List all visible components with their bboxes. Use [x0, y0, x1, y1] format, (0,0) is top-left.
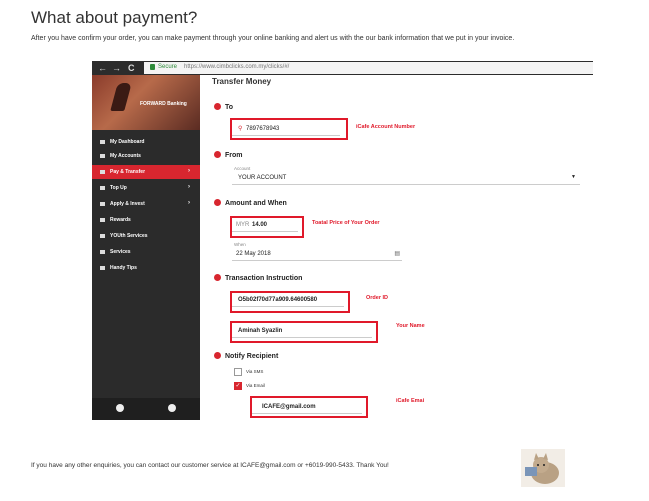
calendar-icon[interactable]: ▤	[394, 250, 400, 257]
browser-toolbar: ← → C Secure https://www.cimbclicks.com.…	[92, 61, 593, 75]
sidebar-item-label: Services	[110, 249, 131, 255]
section-to: To	[214, 103, 233, 111]
sidebar-item-label: Top Up	[110, 185, 127, 191]
when-label: When	[234, 242, 246, 247]
sms-checkbox[interactable]	[234, 368, 242, 376]
pen-icon	[100, 202, 105, 206]
sidebar-item-label: Handy Tips	[110, 265, 137, 271]
sidebar: FORWARD Banking My Dashboard My Accounts…	[92, 75, 200, 420]
sidebar-item-apply-invest[interactable]: Apply & Invest ›	[92, 197, 200, 211]
sidebar-item-label: YOUth Services	[110, 233, 148, 239]
sidebar-item-label: Pay & Transfer	[110, 169, 146, 175]
email-checkbox[interactable]: ✓	[234, 382, 242, 390]
chevron-down-icon: ▼	[571, 174, 576, 180]
secure-label: Secure	[158, 64, 178, 70]
sidebar-item-label: My Dashboard	[110, 139, 145, 145]
account-label: Account	[234, 166, 251, 171]
forward-arrow-icon[interactable]: →	[112, 62, 121, 74]
reload-icon[interactable]: C	[128, 62, 135, 74]
sidebar-item-top-up[interactable]: Top Up ›	[92, 181, 200, 195]
chevron-right-icon: ›	[188, 184, 190, 190]
when-date-field[interactable]: 22 May 2018 ▤	[232, 248, 402, 261]
section-marker-icon	[214, 199, 221, 206]
sidebar-item-handy-tips[interactable]: Handy Tips	[92, 261, 200, 275]
banking-screenshot: ← → C Secure https://www.cimbclicks.com.…	[92, 61, 593, 420]
back-arrow-icon[interactable]: ←	[98, 62, 107, 74]
sidebar-item-label: My Accounts	[110, 153, 141, 159]
intro-text: After you have confirm your order, you c…	[31, 35, 515, 42]
annotation-box	[230, 118, 348, 140]
hero-banner: FORWARD Banking	[92, 75, 200, 130]
email-label: Via Email	[246, 383, 265, 388]
annotation-icafe-email: iCafe Emai	[396, 398, 425, 404]
from-account-value: YOUR ACCOUNT	[238, 175, 287, 181]
sidebar-item-youth-services[interactable]: YOUth Services	[92, 229, 200, 243]
from-account-select[interactable]: YOUR ACCOUNT ▼	[232, 172, 580, 185]
annotation-order-id: Order ID	[366, 295, 389, 301]
brand-label: FORWARD Banking	[140, 101, 187, 107]
page-title: What about payment?	[31, 8, 198, 27]
annotation-your-name: Your Name	[396, 323, 425, 329]
sidebar-item-accounts[interactable]: My Accounts	[92, 149, 200, 163]
url-text: https://www.cimbclicks.com.my/clicks/#/	[184, 64, 290, 70]
check-icon: ✓	[235, 383, 241, 389]
section-instruction: Transaction Instruction	[214, 274, 302, 282]
section-notify: Notify Recipient	[214, 352, 278, 360]
lock-icon	[150, 64, 155, 70]
cat-illustration	[521, 449, 565, 487]
sms-label: Via SMS	[246, 369, 264, 374]
transfer-icon	[100, 170, 105, 174]
sidebar-item-label: Apply & Invest	[110, 201, 145, 207]
annotation-box	[230, 291, 350, 313]
sidebar-item-label: Rewards	[110, 217, 131, 223]
dashboard-icon	[100, 140, 105, 144]
sidebar-item-dashboard[interactable]: My Dashboard	[92, 135, 200, 149]
section-marker-icon	[214, 352, 221, 359]
section-marker-icon	[214, 103, 221, 110]
annotation-box	[250, 396, 368, 418]
annotation-box	[230, 321, 378, 343]
youth-icon	[100, 234, 105, 238]
panel-title: Transfer Money	[212, 77, 272, 86]
sidebar-footer	[92, 398, 200, 420]
annotation-box	[230, 216, 304, 238]
footer-text: If you have any other enquiries, you can…	[31, 462, 389, 469]
settings-icon[interactable]	[168, 404, 176, 412]
star-icon	[100, 266, 105, 270]
top-up-icon	[100, 186, 105, 190]
chevron-right-icon: ›	[188, 200, 190, 206]
gift-icon	[100, 218, 105, 222]
section-marker-icon	[214, 274, 221, 281]
sidebar-item-rewards[interactable]: Rewards	[92, 213, 200, 227]
annotation-account-number: iCafe Account Number	[356, 124, 416, 130]
section-from: From	[214, 151, 243, 159]
chevron-right-icon: ›	[188, 168, 190, 174]
runner-image	[110, 83, 132, 111]
sidebar-item-pay-transfer[interactable]: Pay & Transfer ›	[92, 165, 200, 179]
section-amount: Amount and When	[214, 199, 287, 207]
annotation-total-price: Toatal Price of Your Order	[312, 220, 380, 226]
sidebar-item-services[interactable]: Services	[92, 245, 200, 259]
transfer-form: Transfer Money To ⚲ 7897678943 iCafe Acc…	[200, 75, 593, 420]
services-icon	[100, 250, 105, 254]
help-icon[interactable]	[116, 404, 124, 412]
section-marker-icon	[214, 151, 221, 158]
accounts-icon	[100, 154, 105, 158]
when-date-value: 22 May 2018	[236, 251, 271, 257]
